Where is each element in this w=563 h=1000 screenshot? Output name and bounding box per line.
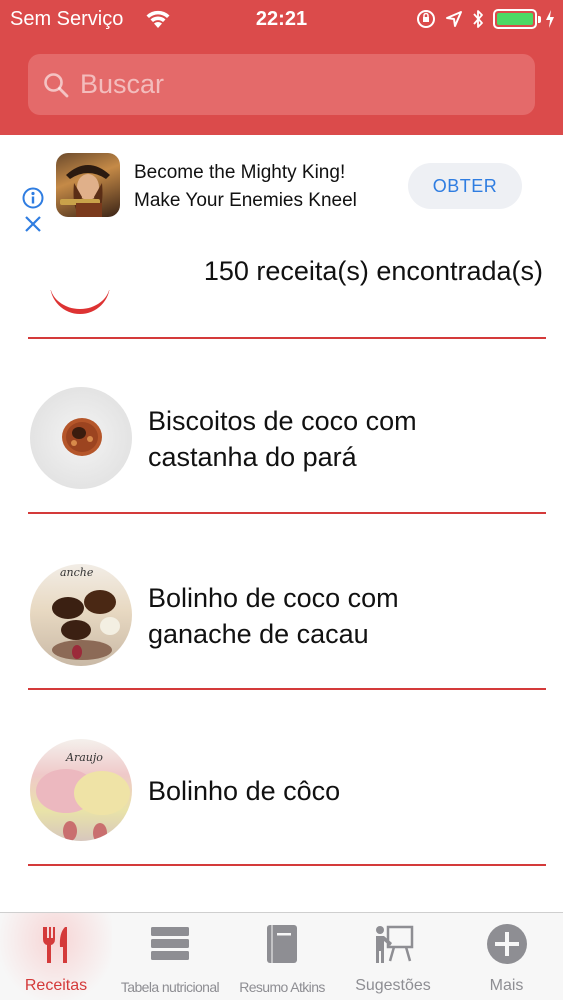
recipe-item[interactable]: Araujo Bolinho de côco	[0, 690, 563, 864]
recipe-name-line: Biscoitos de coco com	[148, 406, 417, 436]
bonbon-image	[52, 590, 120, 660]
tab-label: Sugestões	[355, 977, 431, 994]
presentation-icon	[376, 925, 414, 963]
table-icon	[151, 927, 189, 960]
recipe-thumbnail-partial[interactable]	[50, 290, 110, 314]
results-count: 150 receita(s) encontrada(s)	[203, 256, 543, 286]
tab-sugestoes[interactable]: Sugestões	[336, 913, 450, 1000]
thumb-caption: Araujo	[66, 751, 103, 764]
ad-banner[interactable]: Become the Mighty King! Make Your Enemie…	[0, 135, 563, 245]
tab-receitas[interactable]: Receitas	[0, 913, 112, 1000]
charging-icon	[546, 10, 554, 28]
tab-label: Tabela nutricional	[120, 979, 220, 995]
recipe-thumbnail	[30, 387, 132, 489]
search-input[interactable]	[80, 64, 520, 104]
recipe-item[interactable]: anche Bolinho de coco com ganache de cac…	[0, 514, 563, 688]
ad-text: Become the Mighty King! Make Your Enemie…	[134, 159, 357, 215]
book-icon	[267, 925, 297, 963]
tab-mais[interactable]: Mais	[450, 913, 563, 1000]
fork-knife-icon	[43, 927, 67, 963]
tab-tabela-nutricional[interactable]: Tabela nutricional	[112, 913, 228, 1000]
ad-get-button[interactable]: OBTER	[408, 163, 522, 209]
recipe-thumbnail: Araujo	[30, 739, 132, 841]
list-divider	[28, 864, 546, 866]
cookie-image	[62, 418, 102, 456]
ad-subline: Make Your Enemies Kneel	[134, 190, 357, 211]
bluetooth-icon	[473, 10, 483, 28]
recipe-name: Bolinho de coco com ganache de cacau	[148, 580, 399, 652]
battery-icon	[493, 9, 541, 29]
ad-close-icon[interactable]	[24, 215, 42, 233]
recipe-name-line: Bolinho de côco	[148, 776, 341, 806]
tab-label: Mais	[489, 977, 524, 994]
ad-info-icon[interactable]	[22, 187, 44, 209]
status-bar: Sem Serviço 22:21	[0, 0, 563, 38]
location-icon	[446, 11, 462, 27]
thumb-caption: anche	[60, 566, 94, 579]
recipe-name-line: ganache de cacau	[148, 619, 369, 649]
orientation-lock-icon	[417, 10, 435, 28]
ad-headline: Become the Mighty King!	[134, 162, 346, 183]
ad-app-icon[interactable]	[56, 153, 120, 217]
tab-bar: Receitas Tabela nutricional Resumo Atkin…	[0, 912, 563, 1000]
recipe-name-line: castanha do pará	[148, 442, 357, 472]
header-bar: Sem Serviço 22:21	[0, 0, 563, 135]
tab-label: Receitas	[24, 977, 88, 994]
recipe-thumbnail: anche	[30, 564, 132, 666]
tab-resumo-atkins[interactable]: Resumo Atkins	[228, 913, 336, 1000]
search-bar[interactable]	[28, 54, 535, 115]
recipe-name: Bolinho de côco	[148, 773, 340, 809]
search-icon	[44, 73, 69, 98]
recipe-item[interactable]: Biscoitos de coco com castanha do pará	[0, 339, 563, 513]
recipe-name-line: Bolinho de coco com	[148, 583, 399, 613]
ad-character-icon	[60, 165, 110, 217]
tab-label: Resumo Atkins	[239, 979, 325, 995]
recipe-name: Biscoitos de coco com castanha do pará	[148, 403, 417, 475]
plus-circle-icon	[486, 924, 527, 964]
status-icons	[415, 7, 555, 31]
